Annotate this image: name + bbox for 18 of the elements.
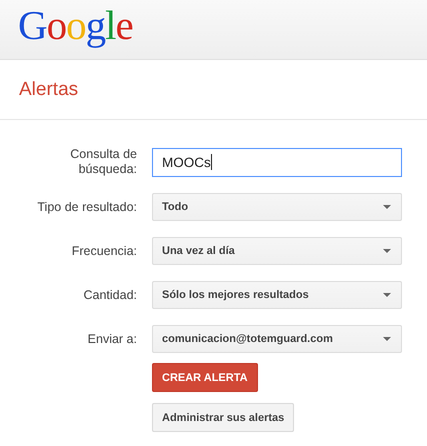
create-alert-button[interactable]: CREAR ALERTA bbox=[152, 363, 258, 392]
caret-icon bbox=[383, 337, 391, 341]
dropdown[interactable]: Sólo los mejores resultados bbox=[152, 281, 402, 309]
page-title: Alertas bbox=[19, 78, 78, 100]
manage-alerts-button[interactable]: Administrar sus alertas bbox=[152, 403, 294, 432]
caret-icon bbox=[383, 249, 391, 253]
field-label: Frecuencia: bbox=[70, 244, 137, 258]
field-label: Cantidad: bbox=[82, 288, 137, 302]
field-label: Enviar a: bbox=[86, 332, 137, 346]
google-logo: Google bbox=[18, 5, 133, 46]
caret-icon bbox=[383, 293, 391, 297]
dropdown[interactable]: Todo bbox=[152, 193, 402, 221]
dropdown[interactable]: comunicacion@totemguard.com bbox=[152, 325, 402, 353]
field-label: Tipo de resultado: bbox=[36, 200, 137, 214]
field-label: Consulta de búsqueda: bbox=[69, 147, 137, 177]
dropdown[interactable]: Una vez al día bbox=[152, 237, 402, 265]
search-query-field[interactable]: MOOCs bbox=[152, 148, 402, 176]
caret-icon bbox=[383, 205, 391, 209]
